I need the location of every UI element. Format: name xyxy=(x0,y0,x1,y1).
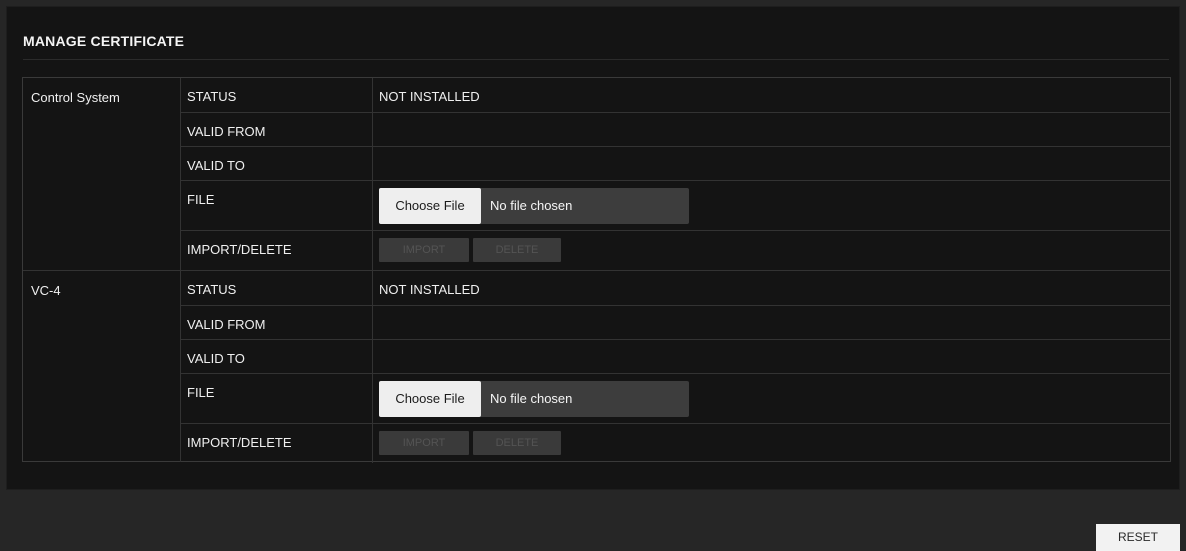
file-label: FILE xyxy=(181,181,373,231)
import-delete-label: IMPORT/DELETE xyxy=(181,424,373,463)
valid-from-row: VALID FROM xyxy=(181,112,1170,147)
certificate-group-vc-4: VC-4 STATUS NOT INSTALLED VALID FROM VAL… xyxy=(23,270,1170,463)
file-row: FILE Choose File No file chosen xyxy=(181,180,1170,231)
valid-to-row: VALID TO xyxy=(181,339,1170,374)
valid-from-row: VALID FROM xyxy=(181,305,1170,340)
import-button[interactable]: IMPORT xyxy=(379,238,469,262)
import-delete-row: IMPORT/DELETE IMPORT DELETE xyxy=(181,230,1170,271)
file-label: FILE xyxy=(181,374,373,424)
certificate-table: Control System STATUS NOT INSTALLED VALI… xyxy=(22,77,1171,463)
import-button[interactable]: IMPORT xyxy=(379,431,469,455)
file-row: FILE Choose File No file chosen xyxy=(181,373,1170,424)
status-row: STATUS NOT INSTALLED xyxy=(181,271,1170,305)
group-label: Control System xyxy=(23,78,181,270)
delete-button[interactable]: DELETE xyxy=(473,238,561,262)
status-value: NOT INSTALLED xyxy=(379,282,480,297)
status-label: STATUS xyxy=(181,271,373,305)
valid-to-label: VALID TO xyxy=(181,340,373,374)
status-row: STATUS NOT INSTALLED xyxy=(181,78,1170,112)
group-label: VC-4 xyxy=(23,271,181,462)
manage-certificate-panel: MANAGE CERTIFICATE Control System STATUS… xyxy=(6,6,1180,490)
reset-button[interactable]: RESET xyxy=(1096,524,1180,551)
file-input[interactable]: Choose File No file chosen xyxy=(379,381,689,417)
status-value: NOT INSTALLED xyxy=(379,89,480,104)
valid-from-label: VALID FROM xyxy=(181,306,373,340)
choose-file-button[interactable]: Choose File xyxy=(379,381,481,417)
certificate-group-control-system: Control System STATUS NOT INSTALLED VALI… xyxy=(23,78,1170,271)
valid-to-row: VALID TO xyxy=(181,146,1170,181)
file-name-text: No file chosen xyxy=(490,198,573,213)
import-delete-row: IMPORT/DELETE IMPORT DELETE xyxy=(181,423,1170,463)
panel-title: MANAGE CERTIFICATE xyxy=(23,33,185,49)
import-delete-label: IMPORT/DELETE xyxy=(181,231,373,271)
status-label: STATUS xyxy=(181,78,373,112)
valid-to-label: VALID TO xyxy=(181,147,373,181)
valid-from-label: VALID FROM xyxy=(181,113,373,147)
file-input[interactable]: Choose File No file chosen xyxy=(379,188,689,224)
choose-file-button[interactable]: Choose File xyxy=(379,188,481,224)
delete-button[interactable]: DELETE xyxy=(473,431,561,455)
title-divider xyxy=(23,59,1169,60)
file-name-text: No file chosen xyxy=(490,391,573,406)
